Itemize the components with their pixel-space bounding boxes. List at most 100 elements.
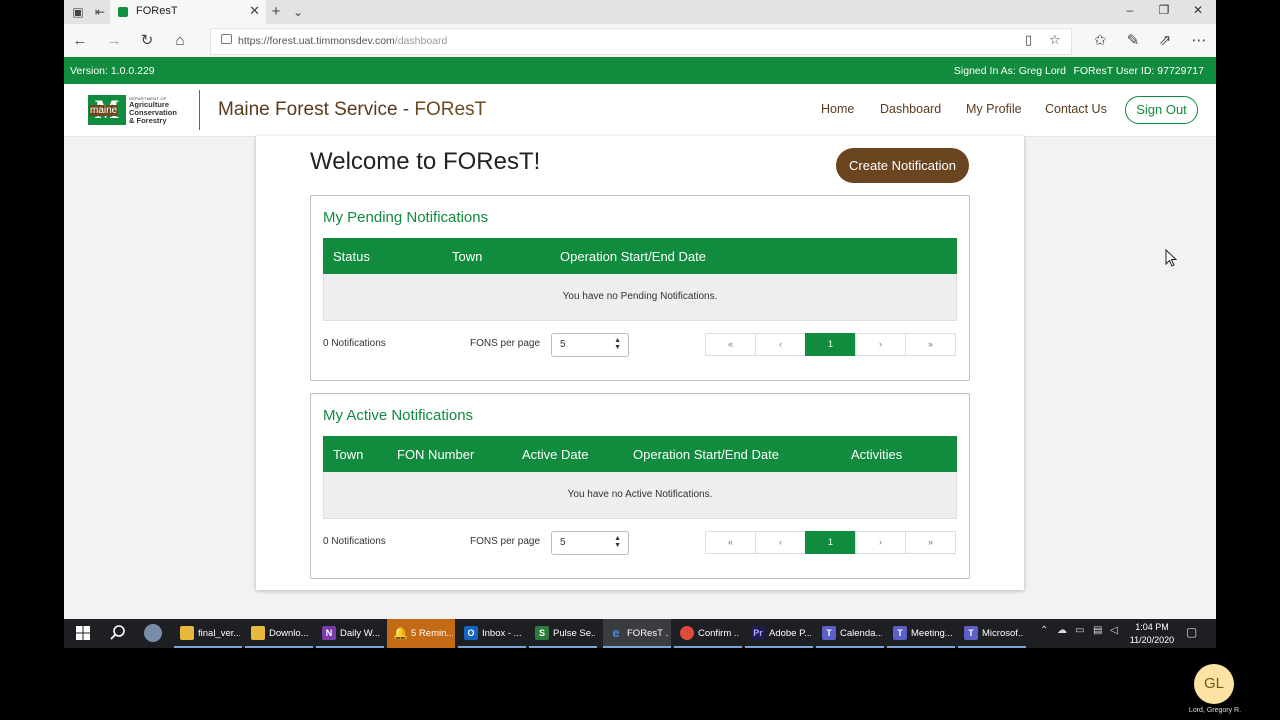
premiere-icon: Pr [751, 626, 765, 640]
bell-icon: 🔔 [393, 626, 408, 640]
address-bar[interactable]: https://forest.uat.timmonsdev.com/dashbo… [210, 28, 1072, 55]
taskbar-item[interactable]: 🔔 5 Remin... [387, 619, 455, 648]
edge-icon: e [612, 625, 620, 640]
notifications-icon[interactable]: ▢ [1186, 625, 1197, 639]
table-header: Status Town Operation Start/End Date [323, 238, 957, 274]
nav-dashboard[interactable]: Dashboard [880, 102, 941, 116]
teams-icon: T [893, 626, 907, 640]
close-tab-icon[interactable]: ✕ [249, 3, 260, 19]
column-header[interactable]: Activities [851, 447, 902, 462]
per-page-label: FONS per page [470, 536, 541, 547]
browser-window: ▣ ⇤ FOResT ✕ + ⌄ – ❐ ✕ ← → ↻ ⌂ https://f… [64, 0, 1216, 648]
taskbar-item[interactable]: Downlo... [245, 619, 313, 648]
active-notifications-panel: My Active Notifications Town FON Number … [310, 393, 970, 579]
column-header[interactable]: Town [333, 447, 363, 462]
show-hidden-icons-icon[interactable]: ⌃ [1040, 625, 1048, 636]
taskbar-item[interactable]: final_ver... [174, 619, 242, 648]
panel-title: My Pending Notifications [323, 209, 489, 226]
taskbar-item[interactable]: O Inbox - ... [458, 619, 526, 648]
per-page-select[interactable]: 5 ▲ ▼ [551, 333, 629, 357]
pagination: « ‹ 1 › » [705, 531, 957, 554]
taskbar-item[interactable]: e FOResT ... [603, 619, 671, 648]
system-clock[interactable]: 1:04 PM 11/20/2020 [1127, 621, 1177, 647]
column-header[interactable]: Operation Start/End Date [560, 249, 706, 264]
empty-message: You have no Pending Notifications. [323, 274, 957, 321]
taskbar-item[interactable]: N Daily W... [316, 619, 384, 648]
pen-icon[interactable]: ✎ [1123, 31, 1143, 51]
set-aside-tabs-icon[interactable]: ⇤ [92, 4, 108, 20]
first-page-button[interactable]: « [705, 531, 756, 554]
signed-in-text: Signed In As: Greg Lord [953, 65, 1066, 77]
browser-tab[interactable]: FOResT ✕ [110, 0, 266, 24]
battery-icon[interactable]: ▭ [1075, 625, 1084, 636]
nav-contact-us[interactable]: Contact Us [1045, 102, 1107, 116]
windows-start-icon[interactable] [74, 624, 92, 642]
column-header[interactable]: Town [452, 249, 482, 264]
more-icon[interactable]: ⋯ [1189, 31, 1209, 51]
volume-icon[interactable]: ◁ [1110, 625, 1118, 636]
taskbar-label: Inbox - ... [482, 628, 522, 639]
tab-list-chevron-icon[interactable]: ⌄ [290, 4, 306, 20]
next-page-button[interactable]: › [855, 531, 906, 554]
minimize-icon[interactable]: – [1115, 3, 1145, 17]
clock-time: 1:04 PM [1135, 622, 1169, 632]
refresh-icon[interactable]: ↻ [137, 31, 157, 51]
per-page-select[interactable]: 5 ▲ ▼ [551, 531, 629, 555]
taskbar-item[interactable]: T Calenda... [816, 619, 884, 648]
empty-message: You have no Active Notifications. [323, 472, 957, 519]
share-icon[interactable]: ⇗ [1155, 31, 1175, 51]
taskbar-label: FOResT ... [627, 628, 669, 639]
page-1-button[interactable]: 1 [805, 531, 856, 554]
column-header[interactable]: Status [333, 249, 370, 264]
create-notification-button[interactable]: Create Notification [836, 148, 969, 183]
version-bar: Version: 1.0.0.229 Signed In As: Greg Lo… [64, 57, 1216, 84]
pulse-secure-icon: S [535, 626, 549, 640]
taskbar-item[interactable]: S Pulse Se... [529, 619, 597, 648]
close-window-icon[interactable]: ✕ [1183, 3, 1213, 17]
home-icon[interactable]: ⌂ [170, 31, 190, 51]
taskbar-label: Meeting... [911, 628, 953, 639]
taskbar-item[interactable]: T Microsof... [958, 619, 1026, 648]
back-icon[interactable]: ← [70, 31, 90, 51]
taskbar-label: Daily W... [340, 628, 381, 639]
forward-icon[interactable]: → [104, 31, 124, 51]
taskbar-item[interactable]: Pr Adobe P... [745, 619, 813, 648]
outlook-icon: O [464, 626, 478, 640]
next-page-button[interactable]: › [855, 333, 906, 356]
taskbar-label: Confirm ... [698, 628, 740, 639]
taskbar-item[interactable]: Confirm ... [674, 619, 742, 648]
last-page-button[interactable]: » [905, 333, 956, 356]
prev-page-button[interactable]: ‹ [755, 531, 806, 554]
onedrive-icon[interactable]: ☁ [1057, 625, 1067, 636]
department-logo[interactable]: M maine DEPARTMENT OF Agriculture Conser… [88, 95, 184, 125]
last-page-button[interactable]: » [905, 531, 956, 554]
new-tab-icon[interactable]: + [268, 4, 284, 20]
version-text: Version: 1.0.0.229 [70, 65, 155, 77]
prev-page-button[interactable]: ‹ [755, 333, 806, 356]
network-icon[interactable]: ▤ [1093, 625, 1102, 636]
sign-out-button[interactable]: Sign Out [1125, 96, 1198, 124]
nav-home[interactable]: Home [821, 102, 854, 116]
maximize-icon[interactable]: ❐ [1149, 3, 1179, 17]
first-page-button[interactable]: « [705, 333, 756, 356]
taskbar-item[interactable]: T Meeting... [887, 619, 955, 648]
page-1-button[interactable]: 1 [805, 333, 856, 356]
folder-icon [251, 626, 265, 640]
reading-view-icon[interactable]: ▯ [1025, 32, 1032, 48]
task-view-icon[interactable] [144, 624, 162, 642]
column-header[interactable]: FON Number [397, 447, 474, 462]
per-page-value: 5 [560, 537, 566, 548]
page-title: Welcome to FOResT! [310, 148, 541, 175]
nav-my-profile[interactable]: My Profile [966, 102, 1022, 116]
address-toolbar: ← → ↻ ⌂ https://forest.uat.timmonsdev.co… [64, 24, 1216, 58]
tab-actions-icon[interactable]: ▣ [70, 4, 86, 20]
column-header[interactable]: Active Date [522, 447, 588, 462]
tab-strip: ▣ ⇤ FOResT ✕ + ⌄ – ❐ ✕ [64, 0, 1216, 24]
column-header[interactable]: Operation Start/End Date [633, 447, 779, 462]
search-icon[interactable] [109, 624, 127, 642]
per-page-value: 5 [560, 339, 566, 350]
header-divider [199, 90, 200, 130]
logo-lines: Agriculture Conservation & Forestry [129, 101, 177, 125]
favorites-icon[interactable]: ✩ [1090, 31, 1110, 51]
favorite-star-icon[interactable]: ☆ [1049, 32, 1061, 48]
